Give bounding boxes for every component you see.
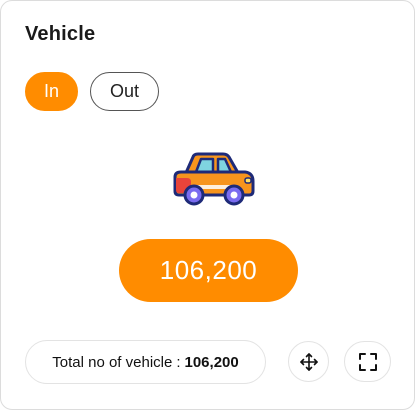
toggle-in-button[interactable]: In bbox=[25, 72, 78, 111]
vehicle-card: Vehicle In Out 106,200 Total no of vehic… bbox=[0, 0, 415, 410]
toggle-out-button[interactable]: Out bbox=[90, 72, 159, 111]
total-value: 106,200 bbox=[184, 353, 239, 371]
car-icon bbox=[171, 151, 257, 207]
move-icon bbox=[299, 352, 318, 371]
total-label: Total no of vehicle bbox=[52, 353, 173, 371]
expand-icon bbox=[358, 352, 377, 371]
total-separator: : bbox=[176, 353, 181, 371]
total-vehicle-summary: Total no of vehicle : 106,200 bbox=[25, 340, 266, 384]
move-button[interactable] bbox=[288, 341, 329, 382]
card-title: Vehicle bbox=[25, 23, 96, 45]
in-out-toggle: In Out bbox=[25, 72, 159, 111]
vehicle-count-badge: 106,200 bbox=[119, 239, 298, 302]
expand-button[interactable] bbox=[344, 341, 391, 382]
